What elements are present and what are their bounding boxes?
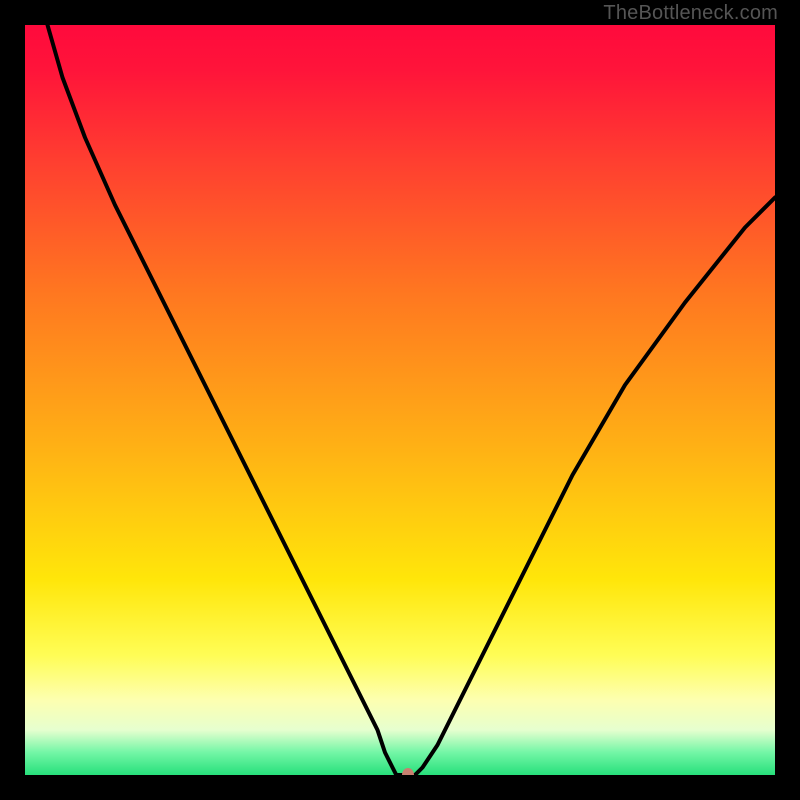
plot-area	[25, 25, 775, 775]
optimal-point-marker	[402, 768, 414, 775]
watermark-text: TheBottleneck.com	[603, 2, 778, 25]
bottleneck-curve-path	[48, 25, 776, 775]
curve-svg	[25, 25, 775, 775]
chart-frame: TheBottleneck.com	[0, 0, 800, 800]
